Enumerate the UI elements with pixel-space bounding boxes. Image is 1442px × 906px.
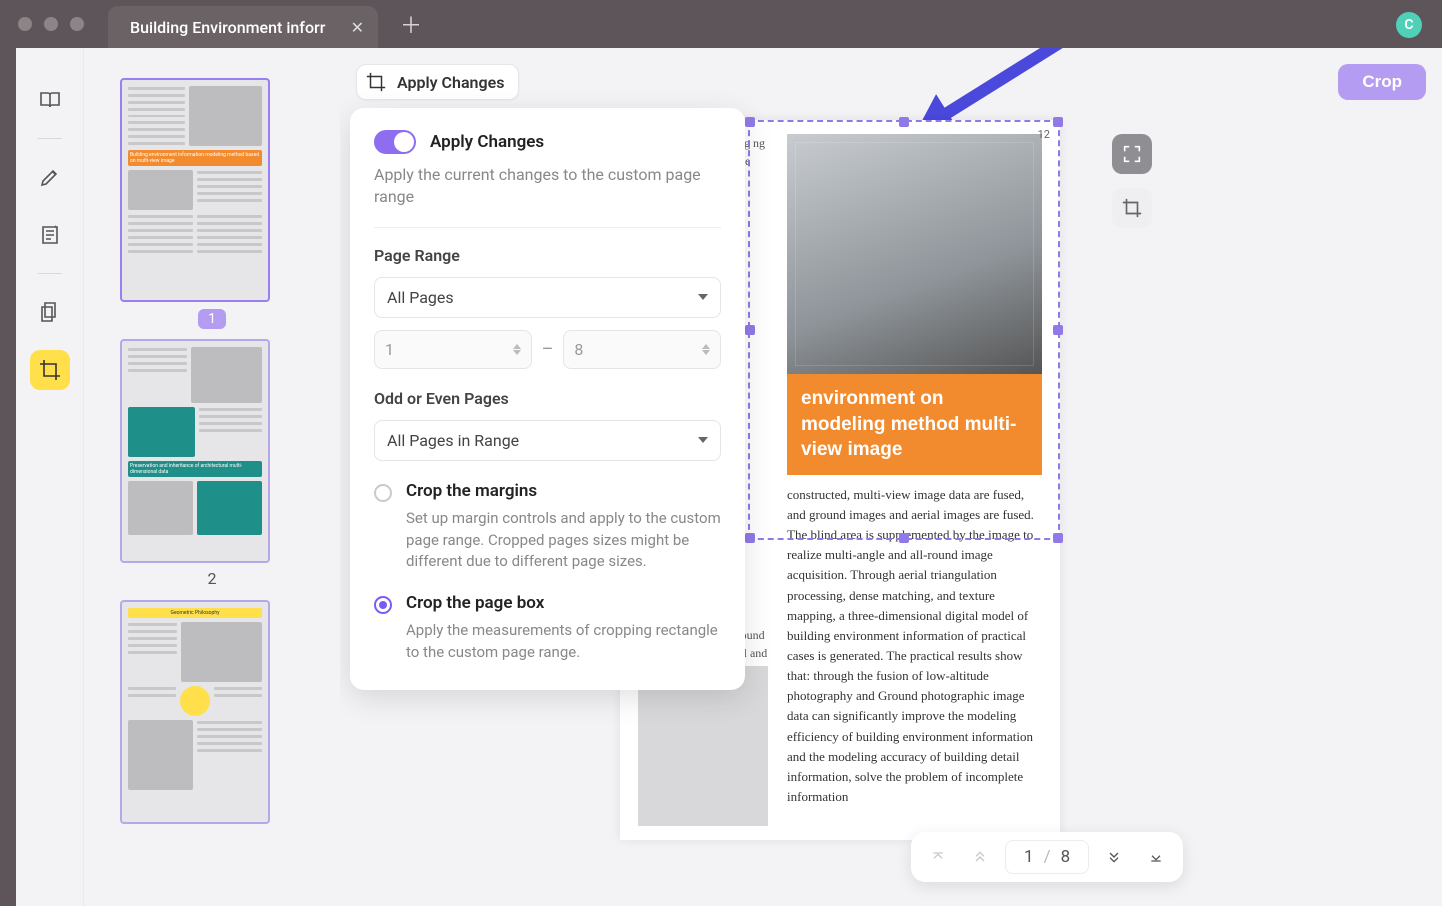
chevrons-up-icon bbox=[972, 849, 988, 865]
pager-total: 8 bbox=[1061, 847, 1071, 867]
pager-prev-button[interactable] bbox=[963, 840, 997, 874]
range-from-value: 1 bbox=[385, 340, 394, 359]
chevron-down-icon bbox=[698, 437, 708, 443]
thumbnail-image: Geometric Philosophy bbox=[120, 600, 270, 824]
document-tab-title: Building Environment inforr bbox=[130, 18, 337, 37]
main-area: Apply Changes Crop al on grating is prov… bbox=[340, 48, 1442, 906]
radio-icon[interactable] bbox=[374, 484, 392, 502]
radio-margins-desc: Set up margin controls and apply to the … bbox=[374, 508, 721, 573]
doc-paragraph: constructed, multi-view image data are f… bbox=[787, 485, 1042, 807]
close-window-icon[interactable] bbox=[18, 17, 32, 31]
doc-title-banner: environment on modeling method multi-vie… bbox=[787, 374, 1042, 475]
range-dash: – bbox=[542, 339, 554, 360]
thumbnail-label: 2 bbox=[120, 569, 304, 588]
pages-icon bbox=[38, 300, 62, 324]
rail-crop[interactable] bbox=[30, 350, 70, 390]
stepper-icon[interactable] bbox=[513, 344, 521, 355]
odd-even-label: Odd or Even Pages bbox=[374, 389, 721, 408]
crop-button[interactable]: Crop bbox=[1338, 64, 1426, 100]
chevron-down-icon bbox=[698, 294, 708, 300]
minimize-window-icon[interactable] bbox=[44, 17, 58, 31]
avatar-initial: C bbox=[1404, 17, 1413, 33]
radio-box-desc: Apply the measurements of cropping recta… bbox=[374, 620, 721, 664]
crop-icon bbox=[1121, 197, 1143, 219]
maximize-window-icon[interactable] bbox=[70, 17, 84, 31]
expand-icon bbox=[1121, 143, 1143, 165]
stepper-icon[interactable] bbox=[702, 344, 710, 355]
user-avatar[interactable]: C bbox=[1396, 12, 1422, 38]
canvas-tools bbox=[1112, 134, 1152, 228]
document-tab[interactable]: Building Environment inforr ✕ bbox=[108, 6, 378, 48]
odd-even-value: All Pages in Range bbox=[387, 431, 519, 450]
main-toolbar: Apply Changes Crop bbox=[356, 62, 1426, 102]
odd-even-select[interactable]: All Pages in Range bbox=[374, 420, 721, 461]
radio-crop-page-box[interactable]: Crop the page box Apply the measurements… bbox=[374, 593, 721, 664]
apply-changes-toggle[interactable] bbox=[374, 130, 416, 154]
radio-box-title: Crop the page box bbox=[406, 593, 544, 613]
thumbnail-page-3[interactable]: Geometric Philosophy bbox=[120, 600, 304, 824]
pager-current: 1 bbox=[1024, 847, 1034, 867]
page-range-label: Page Range bbox=[374, 246, 721, 265]
pager-field[interactable]: 1 / 8 bbox=[1005, 840, 1089, 874]
app-body: Building environment information modelin… bbox=[16, 48, 1442, 906]
window-titlebar: Building Environment inforr ✕ ＋ C bbox=[0, 0, 1442, 48]
fit-screen-button[interactable] bbox=[1112, 134, 1152, 174]
pager-slash: / bbox=[1044, 847, 1051, 867]
rail-separator bbox=[38, 138, 62, 139]
window-controls bbox=[18, 17, 84, 31]
crop-icon bbox=[365, 71, 387, 93]
range-from-input[interactable]: 1 bbox=[374, 330, 532, 369]
rail-annotate[interactable] bbox=[30, 215, 70, 255]
range-to-input[interactable]: 8 bbox=[563, 330, 721, 369]
thumbnail-image: Preservation and inheritance of architec… bbox=[120, 339, 270, 563]
pager-last-button[interactable] bbox=[1139, 840, 1173, 874]
chevrons-down-last-icon bbox=[1148, 849, 1164, 865]
page-range-select[interactable]: All Pages bbox=[374, 277, 721, 318]
chevrons-down-icon bbox=[1106, 849, 1122, 865]
radio-margins-title: Crop the margins bbox=[406, 481, 537, 501]
note-icon bbox=[38, 223, 62, 247]
sidebar-rail bbox=[16, 48, 84, 906]
popover-separator bbox=[374, 227, 721, 228]
apply-changes-label: Apply Changes bbox=[397, 73, 504, 92]
thumbnail-image: Building environment information modelin… bbox=[120, 78, 270, 302]
thumbnail-panel[interactable]: Building environment information modelin… bbox=[84, 48, 340, 906]
range-to-value: 8 bbox=[574, 340, 583, 359]
popover-description: Apply the current changes to the custom … bbox=[374, 164, 721, 209]
apply-changes-popover: Apply Changes Apply the current changes … bbox=[350, 108, 745, 690]
pager-next-button[interactable] bbox=[1097, 840, 1131, 874]
crop-icon bbox=[38, 358, 62, 382]
rail-separator bbox=[38, 273, 62, 274]
rail-highlight[interactable] bbox=[30, 157, 70, 197]
close-tab-icon[interactable]: ✕ bbox=[351, 18, 364, 37]
popover-title: Apply Changes bbox=[430, 132, 544, 152]
book-icon bbox=[38, 88, 62, 112]
radio-icon[interactable] bbox=[374, 596, 392, 614]
page-range-value: All Pages bbox=[387, 288, 454, 307]
thumbnail-label: 1 bbox=[120, 308, 304, 327]
radio-crop-margins[interactable]: Crop the margins Set up margin controls … bbox=[374, 481, 721, 573]
rail-read-mode[interactable] bbox=[30, 80, 70, 120]
doc-secondary-image bbox=[638, 666, 768, 826]
thumbnail-page-2[interactable]: Preservation and inheritance of architec… bbox=[120, 339, 304, 588]
highlighter-icon bbox=[38, 165, 62, 189]
chevrons-up-first-icon bbox=[930, 849, 946, 865]
thumbnail-page-1[interactable]: Building environment information modelin… bbox=[120, 78, 304, 327]
doc-hero-image bbox=[787, 134, 1042, 374]
apply-changes-button[interactable]: Apply Changes bbox=[356, 64, 519, 100]
page-navigator: 1 / 8 bbox=[911, 832, 1183, 882]
crop-preset-button[interactable] bbox=[1112, 188, 1152, 228]
pager-first-button[interactable] bbox=[921, 840, 955, 874]
new-tab-button[interactable]: ＋ bbox=[400, 8, 422, 40]
rail-pages[interactable] bbox=[30, 292, 70, 332]
